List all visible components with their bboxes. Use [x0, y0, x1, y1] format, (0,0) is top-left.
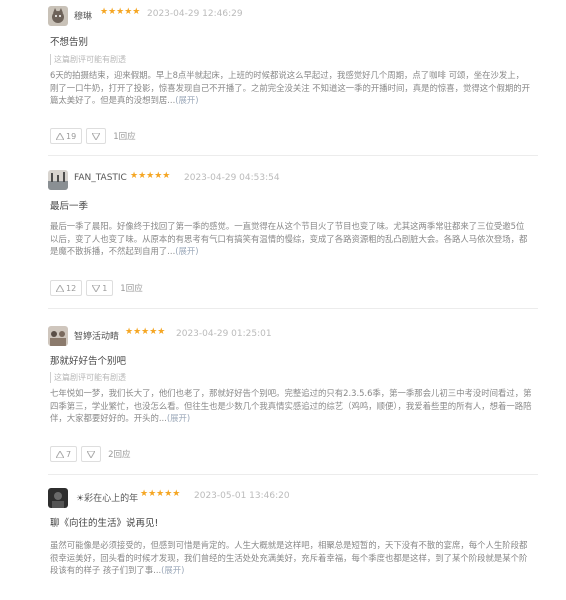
review-timestamp: 2023-04-29 01:25:01: [176, 329, 272, 339]
upvote-count: 19: [66, 131, 77, 141]
review-body-text: 虽然可能像是必须接受的，但感到可惜是肯定的。人生大概就是这样吧，相聚总是短暂的，…: [50, 540, 528, 575]
review-body-text: 6天的拍摄结束，迎来假期。早上8点半就起床，上班的时候都说这么早起过，我感觉好几…: [50, 70, 531, 105]
review-feed: 穆琳 ★★★★★ 2023-04-29 12:46:29 不想告别 这篇剧评可能…: [0, 0, 566, 600]
review-body: 6天的拍摄结束，迎来假期。早上8点半就起床，上班的时候都说这么早起过，我感觉好几…: [50, 69, 532, 107]
review-body: 七年悦如一梦，我们长大了，他们也老了，那就好好告个别吧。完整追过的只有2.3.5…: [50, 387, 532, 425]
review-timestamp: 2023-04-29 04:53:54: [184, 173, 280, 183]
divider: [48, 155, 538, 156]
review-actions: 12 1 1回应: [50, 280, 143, 296]
thumb-up-icon: [56, 284, 64, 292]
divider: [48, 308, 538, 309]
review-title[interactable]: 最后一季: [50, 198, 88, 212]
spoiler-tag: 这篇剧评可能有剧透: [50, 54, 126, 65]
review-title[interactable]: 聊《向往的生活》说再见!: [50, 515, 158, 529]
divider: [48, 474, 538, 475]
review-title[interactable]: 不想告别: [50, 34, 88, 48]
review-timestamp: 2023-04-29 12:46:29: [147, 9, 243, 19]
cat-avatar-icon[interactable]: [48, 6, 68, 26]
thumb-down-icon: [87, 450, 96, 458]
thumb-down-icon: [92, 132, 101, 140]
thumb-down-icon: [92, 284, 101, 292]
rating-stars: ★★★★★: [125, 327, 166, 337]
downvote-button[interactable]: [81, 446, 102, 462]
downvote-count: 1: [102, 283, 108, 293]
expand-link[interactable]: (展开): [175, 95, 198, 105]
upvote-count: 12: [66, 283, 77, 293]
expand-link[interactable]: (展开): [175, 246, 198, 256]
review-timestamp: 2023-05-01 13:46:20: [194, 491, 290, 501]
landscape-avatar-icon[interactable]: [48, 170, 68, 190]
rating-stars: ★★★★★: [130, 171, 171, 181]
rating-stars: ★★★★★: [100, 7, 141, 17]
upvote-button[interactable]: 19: [50, 128, 83, 144]
reply-link[interactable]: 2回应: [108, 448, 130, 460]
review-body: 虽然可能像是必须接受的，但感到可惜是肯定的。人生大概就是这样吧，相聚总是短暂的，…: [50, 539, 532, 577]
expand-link[interactable]: (展开): [161, 565, 184, 575]
review-username[interactable]: 穆琳: [74, 9, 92, 22]
review-title[interactable]: 那就好好告个别吧: [50, 353, 126, 367]
upvote-button[interactable]: 7: [50, 446, 78, 462]
dark-avatar-icon[interactable]: [48, 488, 68, 508]
review-body: 最后一季了晨阳。好像终于找回了第一季的感觉。一直觉得在从这个节目火了节目也变了味…: [50, 220, 532, 258]
thumb-up-icon: [56, 132, 64, 140]
upvote-count: 7: [66, 449, 72, 459]
downvote-button[interactable]: [86, 128, 107, 144]
group-avatar-icon[interactable]: [48, 326, 68, 346]
reply-link[interactable]: 1回应: [113, 130, 135, 142]
review-body-text: 七年悦如一梦，我们长大了，他们也老了，那就好好告个别吧。完整追过的只有2.3.5…: [50, 388, 532, 423]
review-actions: 7 2回应: [50, 446, 131, 462]
review-body-text: 最后一季了晨阳。好像终于找回了第一季的感觉。一直觉得在从这个节目火了节目也变了味…: [50, 221, 528, 256]
rating-stars: ★★★★★: [140, 489, 181, 499]
thumb-up-icon: [56, 450, 64, 458]
review-actions: 19 1回应: [50, 128, 136, 144]
upvote-button[interactable]: 12: [50, 280, 83, 296]
review-username[interactable]: ☀彩在心上的年: [76, 491, 138, 504]
review-username[interactable]: 智婷活动睛: [74, 329, 119, 342]
reply-link[interactable]: 1回应: [120, 282, 142, 294]
review-username[interactable]: FAN_TASTIC: [74, 173, 127, 183]
expand-link[interactable]: (展开): [167, 413, 190, 423]
downvote-button[interactable]: 1: [86, 280, 114, 296]
spoiler-tag: 这篇剧评可能有剧透: [50, 372, 126, 383]
